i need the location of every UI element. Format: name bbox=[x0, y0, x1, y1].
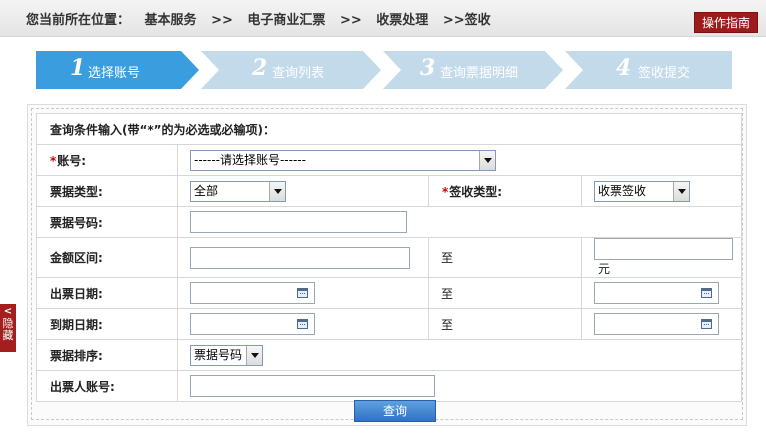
bill-number-value-cell bbox=[177, 206, 742, 238]
chevron-down-icon[interactable] bbox=[673, 181, 689, 201]
amount-range-row: 金额区间: 至 元 bbox=[36, 237, 742, 278]
issue-date-end-input[interactable] bbox=[594, 282, 719, 304]
amount-max-cell: 元 bbox=[581, 237, 742, 278]
issue-date-to-label: 至 bbox=[441, 286, 454, 301]
hide-panel-tab[interactable]: < 隐 藏 bbox=[0, 304, 16, 352]
issue-date-start-input[interactable] bbox=[190, 282, 315, 304]
amount-min-cell bbox=[177, 237, 429, 278]
breadcrumb-item-receive-processing[interactable]: 收票处理 bbox=[376, 13, 428, 28]
sort-value-cell: 票据号码 bbox=[177, 339, 742, 371]
due-date-start-input[interactable] bbox=[190, 313, 315, 335]
account-label: 账号: bbox=[57, 153, 87, 168]
due-date-end-input[interactable] bbox=[594, 313, 719, 335]
sort-row: 票据排序: 票据号码 bbox=[36, 339, 742, 371]
breadcrumb-item-e-bill[interactable]: 电子商业汇票 bbox=[247, 13, 325, 28]
account-value-cell: ------请选择账号------ bbox=[177, 144, 742, 176]
drawer-account-input[interactable] bbox=[190, 375, 435, 397]
calendar-icon[interactable] bbox=[701, 288, 712, 298]
bill-number-row: 票据号码: bbox=[36, 206, 742, 238]
account-select[interactable]: ------请选择账号------ bbox=[190, 149, 496, 171]
bill-type-row: 票据类型: 全部 *签收类型: 收票签收 bbox=[36, 175, 742, 207]
drawer-account-row: 出票人账号: bbox=[36, 370, 742, 402]
sign-type-select-value: 收票签收 bbox=[598, 183, 647, 198]
step-3: 3 查询票据明细 bbox=[383, 51, 563, 89]
step-2: 2 查询列表 bbox=[201, 51, 381, 89]
amount-to-cell: 至 bbox=[428, 237, 582, 278]
bill-type-select-value: 全部 bbox=[194, 183, 219, 198]
account-label-cell: *账号: bbox=[36, 144, 178, 176]
breadcrumb-item-basic-service[interactable]: 基本服务 bbox=[145, 13, 197, 28]
drawer-account-label: 出票人账号: bbox=[36, 370, 178, 402]
amount-max-input[interactable] bbox=[594, 238, 733, 260]
issue-date-label: 出票日期: bbox=[36, 277, 178, 309]
due-date-start-cell bbox=[177, 308, 429, 340]
sort-select-value: 票据号码 bbox=[194, 347, 243, 362]
step-1-label: 选择账号 bbox=[88, 66, 141, 81]
drawer-account-value-cell bbox=[177, 370, 742, 402]
chevron-down-icon[interactable] bbox=[246, 345, 262, 365]
breadcrumb-prefix: 您当前所在位置： bbox=[26, 13, 131, 28]
chevron-down-icon[interactable] bbox=[479, 150, 495, 170]
sign-type-label-cell: *签收类型: bbox=[428, 175, 582, 207]
step-4-label: 签收提交 bbox=[638, 66, 691, 81]
issue-date-row: 出票日期: 至 bbox=[36, 277, 742, 309]
due-date-end-cell bbox=[581, 308, 742, 340]
amount-range-label: 金额区间: bbox=[36, 237, 178, 278]
step-4-number: 4 bbox=[616, 55, 632, 81]
sign-type-label: 签收类型: bbox=[449, 184, 503, 199]
step-3-label: 查询票据明细 bbox=[440, 66, 519, 81]
breadcrumb: 您当前所在位置： 基本服务 >> 电子商业汇票 >> 收票处理 >>签收 bbox=[26, 9, 501, 28]
operation-guide-button[interactable]: 操作指南 bbox=[694, 12, 758, 33]
step-1-number: 1 bbox=[70, 55, 86, 81]
breadcrumb-bar: 您当前所在位置： 基本服务 >> 电子商业汇票 >> 收票处理 >>签收 操作指… bbox=[0, 0, 766, 37]
calendar-icon[interactable] bbox=[297, 319, 308, 329]
query-button[interactable]: 查询 bbox=[354, 400, 436, 422]
due-date-to-label: 至 bbox=[441, 317, 454, 332]
step-2-label: 查询列表 bbox=[272, 66, 325, 81]
query-form-panel: 查询条件输入(带“*”的为必选或必输项)： *账号: ------请选择账号--… bbox=[27, 104, 747, 426]
issue-date-start-cell bbox=[177, 277, 429, 309]
required-mark: * bbox=[442, 184, 449, 199]
step-2-number: 2 bbox=[252, 55, 268, 81]
sign-type-value-cell: 收票签收 bbox=[581, 175, 742, 207]
due-date-row: 到期日期: 至 bbox=[36, 308, 742, 340]
amount-to-label: 至 bbox=[441, 251, 454, 265]
amount-unit: 元 bbox=[598, 262, 611, 276]
issue-date-end-cell bbox=[581, 277, 742, 309]
sort-select[interactable]: 票据号码 bbox=[190, 344, 263, 366]
due-date-label: 到期日期: bbox=[36, 308, 178, 340]
required-mark: * bbox=[50, 153, 57, 168]
account-select-value: ------请选择账号------ bbox=[194, 152, 306, 167]
hide-tab-label-2: 藏 bbox=[2, 329, 14, 342]
bill-number-input[interactable] bbox=[190, 211, 407, 233]
step-4: 4 签收提交 bbox=[565, 51, 732, 89]
calendar-icon[interactable] bbox=[297, 288, 308, 298]
step-indicator: 1 选择账号 2 查询列表 3 查询票据明细 4 签收提交 bbox=[36, 51, 736, 89]
sort-label: 票据排序: bbox=[36, 339, 178, 371]
breadcrumb-separator: >> bbox=[339, 13, 362, 28]
breadcrumb-separator: >> bbox=[211, 13, 233, 28]
account-row: *账号: ------请选择账号------ bbox=[36, 144, 742, 176]
breadcrumb-item-sign: >>签收 bbox=[442, 13, 491, 28]
query-form-table: 查询条件输入(带“*”的为必选或必输项)： *账号: ------请选择账号--… bbox=[36, 113, 742, 402]
bill-number-label: 票据号码: bbox=[36, 206, 178, 238]
query-form-frame: 查询条件输入(带“*”的为必选或必输项)： *账号: ------请选择账号--… bbox=[31, 108, 743, 422]
bill-type-select[interactable]: 全部 bbox=[190, 180, 286, 202]
due-date-to-cell: 至 bbox=[428, 308, 582, 340]
calendar-icon[interactable] bbox=[701, 319, 712, 329]
bill-type-label: 票据类型: bbox=[36, 175, 178, 207]
step-3-number: 3 bbox=[420, 55, 436, 81]
chevron-down-icon[interactable] bbox=[269, 181, 285, 201]
sign-type-select[interactable]: 收票签收 bbox=[594, 180, 690, 202]
form-header-row: 查询条件输入(带“*”的为必选或必输项)： bbox=[36, 113, 742, 145]
issue-date-to-cell: 至 bbox=[428, 277, 582, 309]
amount-min-input[interactable] bbox=[190, 246, 410, 269]
form-header: 查询条件输入(带“*”的为必选或必输项)： bbox=[36, 113, 742, 145]
bill-type-value-cell: 全部 bbox=[177, 175, 429, 207]
step-1: 1 选择账号 bbox=[36, 51, 199, 89]
